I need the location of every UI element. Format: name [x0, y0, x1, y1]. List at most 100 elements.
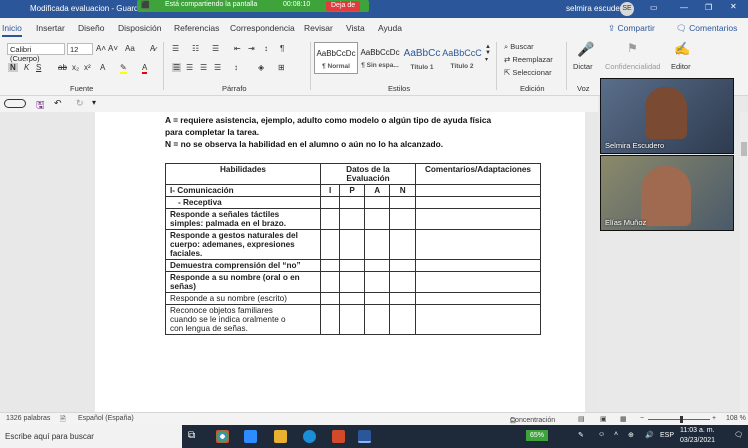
zoom-slider-handle[interactable] — [680, 416, 683, 423]
style-normal[interactable]: AaBbCcDc ¶ Normal — [314, 42, 358, 74]
taskbar-search-input[interactable]: Escribe aquí para buscar — [0, 425, 182, 448]
document-page[interactable]: A = requiere asistencia, ejemplo, adulto… — [95, 112, 585, 412]
tab-referencias[interactable]: Referencias — [174, 23, 219, 33]
align-left-icon[interactable]: ☰ — [172, 63, 182, 72]
participant-silhouette — [645, 87, 687, 139]
underline-icon[interactable]: S — [36, 63, 41, 72]
numbering-icon[interactable]: ☷ — [192, 44, 199, 53]
tab-diseno[interactable]: Diseño — [78, 23, 104, 33]
zoom-slider[interactable] — [648, 419, 710, 420]
select-button[interactable]: ⇱ Seleccionar — [504, 68, 552, 77]
increase-indent-icon[interactable]: ⇥ — [248, 44, 255, 53]
network-icon[interactable]: ⊕ — [628, 431, 634, 439]
avatar[interactable]: SE — [620, 2, 634, 16]
style-no-spacing[interactable]: AaBbCcDc ¶ Sin espa... — [358, 42, 402, 74]
font-name-select[interactable]: Calibri (Cuerpo) — [7, 43, 65, 63]
justify-icon[interactable]: ☰ — [214, 63, 221, 72]
bullets-icon[interactable]: ☰ — [172, 44, 179, 53]
office-icon[interactable] — [332, 430, 345, 443]
edge-icon[interactable] — [303, 430, 316, 443]
header-skills: Habilidades — [165, 163, 321, 185]
volume-icon[interactable]: 🔊 — [645, 431, 654, 439]
replace-button[interactable]: ⇄ Reemplazar — [504, 55, 553, 64]
notifications-icon[interactable]: 🗨 — [734, 431, 743, 439]
redo-icon[interactable]: ↻ — [76, 98, 84, 109]
quick-access-toolbar: 🖫 ↶ ↻ ▾ — [0, 96, 598, 112]
file-explorer-icon[interactable] — [274, 430, 287, 443]
confidential-button[interactable]: Confidencialidad — [605, 62, 660, 71]
zoom-level[interactable]: 108 % — [726, 415, 746, 422]
tab-insertar[interactable]: Insertar — [36, 23, 65, 33]
autosave-toggle[interactable] — [4, 99, 26, 108]
video-tile-selmira[interactable]: Selmira Escudero — [600, 78, 734, 154]
microphone-icon[interactable]: 🎤 — [577, 41, 594, 58]
font-size-select[interactable]: 12 — [67, 43, 93, 55]
sort-icon[interactable]: ↕ — [264, 44, 268, 53]
line-spacing-icon[interactable]: ↕ — [234, 63, 238, 72]
maximize-icon[interactable]: ❐ — [705, 3, 712, 12]
tab-inicio[interactable]: Inicio — [2, 23, 22, 37]
stop-sharing-button[interactable]: Deja de — [326, 1, 361, 11]
close-icon[interactable]: ✕ — [730, 2, 737, 11]
share-button[interactable]: ⇪ Compartir — [608, 23, 655, 34]
battery-indicator[interactable]: 65% — [526, 430, 549, 441]
web-layout-icon[interactable]: ▦ — [620, 415, 627, 423]
tab-vista[interactable]: Vista — [346, 23, 365, 33]
dictate-button[interactable]: Dictar — [573, 62, 593, 71]
task-view-icon[interactable]: ⧉ — [188, 430, 201, 443]
clear-format-icon[interactable]: A̷ — [150, 44, 155, 53]
zoom-app-icon[interactable] — [244, 430, 257, 443]
italic-icon[interactable]: K — [24, 63, 29, 72]
shading-icon[interactable]: ◈ — [258, 63, 264, 72]
align-right-icon[interactable]: ☰ — [200, 63, 207, 72]
read-mode-icon[interactable]: ▤ — [578, 415, 585, 423]
grow-font-icon[interactable]: A˄ — [96, 44, 106, 53]
subscript-icon[interactable]: x₂ — [72, 63, 79, 72]
editor-button[interactable]: Editor — [671, 62, 691, 71]
zoom-in-icon[interactable]: + — [712, 415, 716, 422]
input-language[interactable]: ESP — [660, 432, 674, 439]
language-status[interactable]: Español (España) — [78, 415, 134, 422]
styles-scroll-icon[interactable]: ▲ ▼ ▾ — [485, 44, 491, 63]
undo-icon[interactable]: ↶ — [54, 98, 62, 109]
borders-icon[interactable]: ⊞ — [278, 63, 285, 72]
word-icon[interactable] — [358, 430, 371, 443]
tab-revisar[interactable]: Revisar — [304, 23, 333, 33]
editor-icon[interactable]: ✍ — [674, 41, 690, 57]
vertical-scrollbar[interactable] — [740, 112, 748, 412]
scroll-thumb[interactable] — [741, 142, 747, 156]
find-button[interactable]: ⌕ Buscar — [504, 42, 534, 52]
print-layout-icon[interactable]: ▣ — [600, 415, 607, 423]
people-icon[interactable]: ☺ — [598, 431, 605, 438]
style-heading-1[interactable]: AaBbCc Título 1 — [400, 42, 444, 74]
customize-toolbar-icon[interactable]: ▾ — [92, 98, 96, 107]
highlight-icon[interactable]: ✎ — [120, 63, 127, 74]
word-count[interactable]: 1326 palabras — [6, 415, 50, 422]
tab-ayuda[interactable]: Ayuda — [378, 23, 402, 33]
comments-button[interactable]: 🗨 Comentarios — [676, 23, 737, 34]
change-case-icon[interactable]: Aa — [125, 44, 135, 53]
tray-chevron-icon[interactable]: ˄ — [614, 431, 618, 438]
shrink-font-icon[interactable]: A˅ — [108, 44, 118, 53]
style-heading-2[interactable]: AaBbCcC Título 2 — [440, 42, 484, 74]
sensitivity-icon[interactable]: ⚑ — [627, 41, 638, 55]
minimize-icon[interactable]: — — [680, 3, 688, 12]
multilevel-list-icon[interactable]: ☰ — [212, 44, 219, 53]
tab-disposicion[interactable]: Disposición — [118, 23, 161, 33]
chrome-icon[interactable] — [216, 430, 229, 443]
pen-icon[interactable]: ✎ — [578, 431, 584, 439]
video-tile-elias[interactable]: Elías Muñoz — [600, 155, 734, 231]
tab-correspondencia[interactable]: Correspondencia — [230, 23, 295, 33]
clock-time[interactable]: 11:03 a. m. — [680, 427, 715, 434]
clock-date[interactable]: 03/23/2021 — [680, 437, 715, 444]
font-color-icon[interactable]: A — [142, 63, 148, 74]
align-center-icon[interactable]: ☰ — [186, 63, 193, 72]
text-effects-icon[interactable]: A — [100, 63, 105, 72]
show-marks-icon[interactable]: ¶ — [280, 44, 284, 53]
zoom-out-icon[interactable]: − — [640, 415, 644, 422]
ribbon-display-icon[interactable]: ▭ — [650, 3, 658, 12]
strikethrough-icon[interactable]: ab — [58, 63, 67, 72]
decrease-indent-icon[interactable]: ⇤ — [234, 44, 241, 53]
superscript-icon[interactable]: x² — [84, 63, 91, 72]
bold-icon[interactable]: N — [8, 63, 18, 72]
